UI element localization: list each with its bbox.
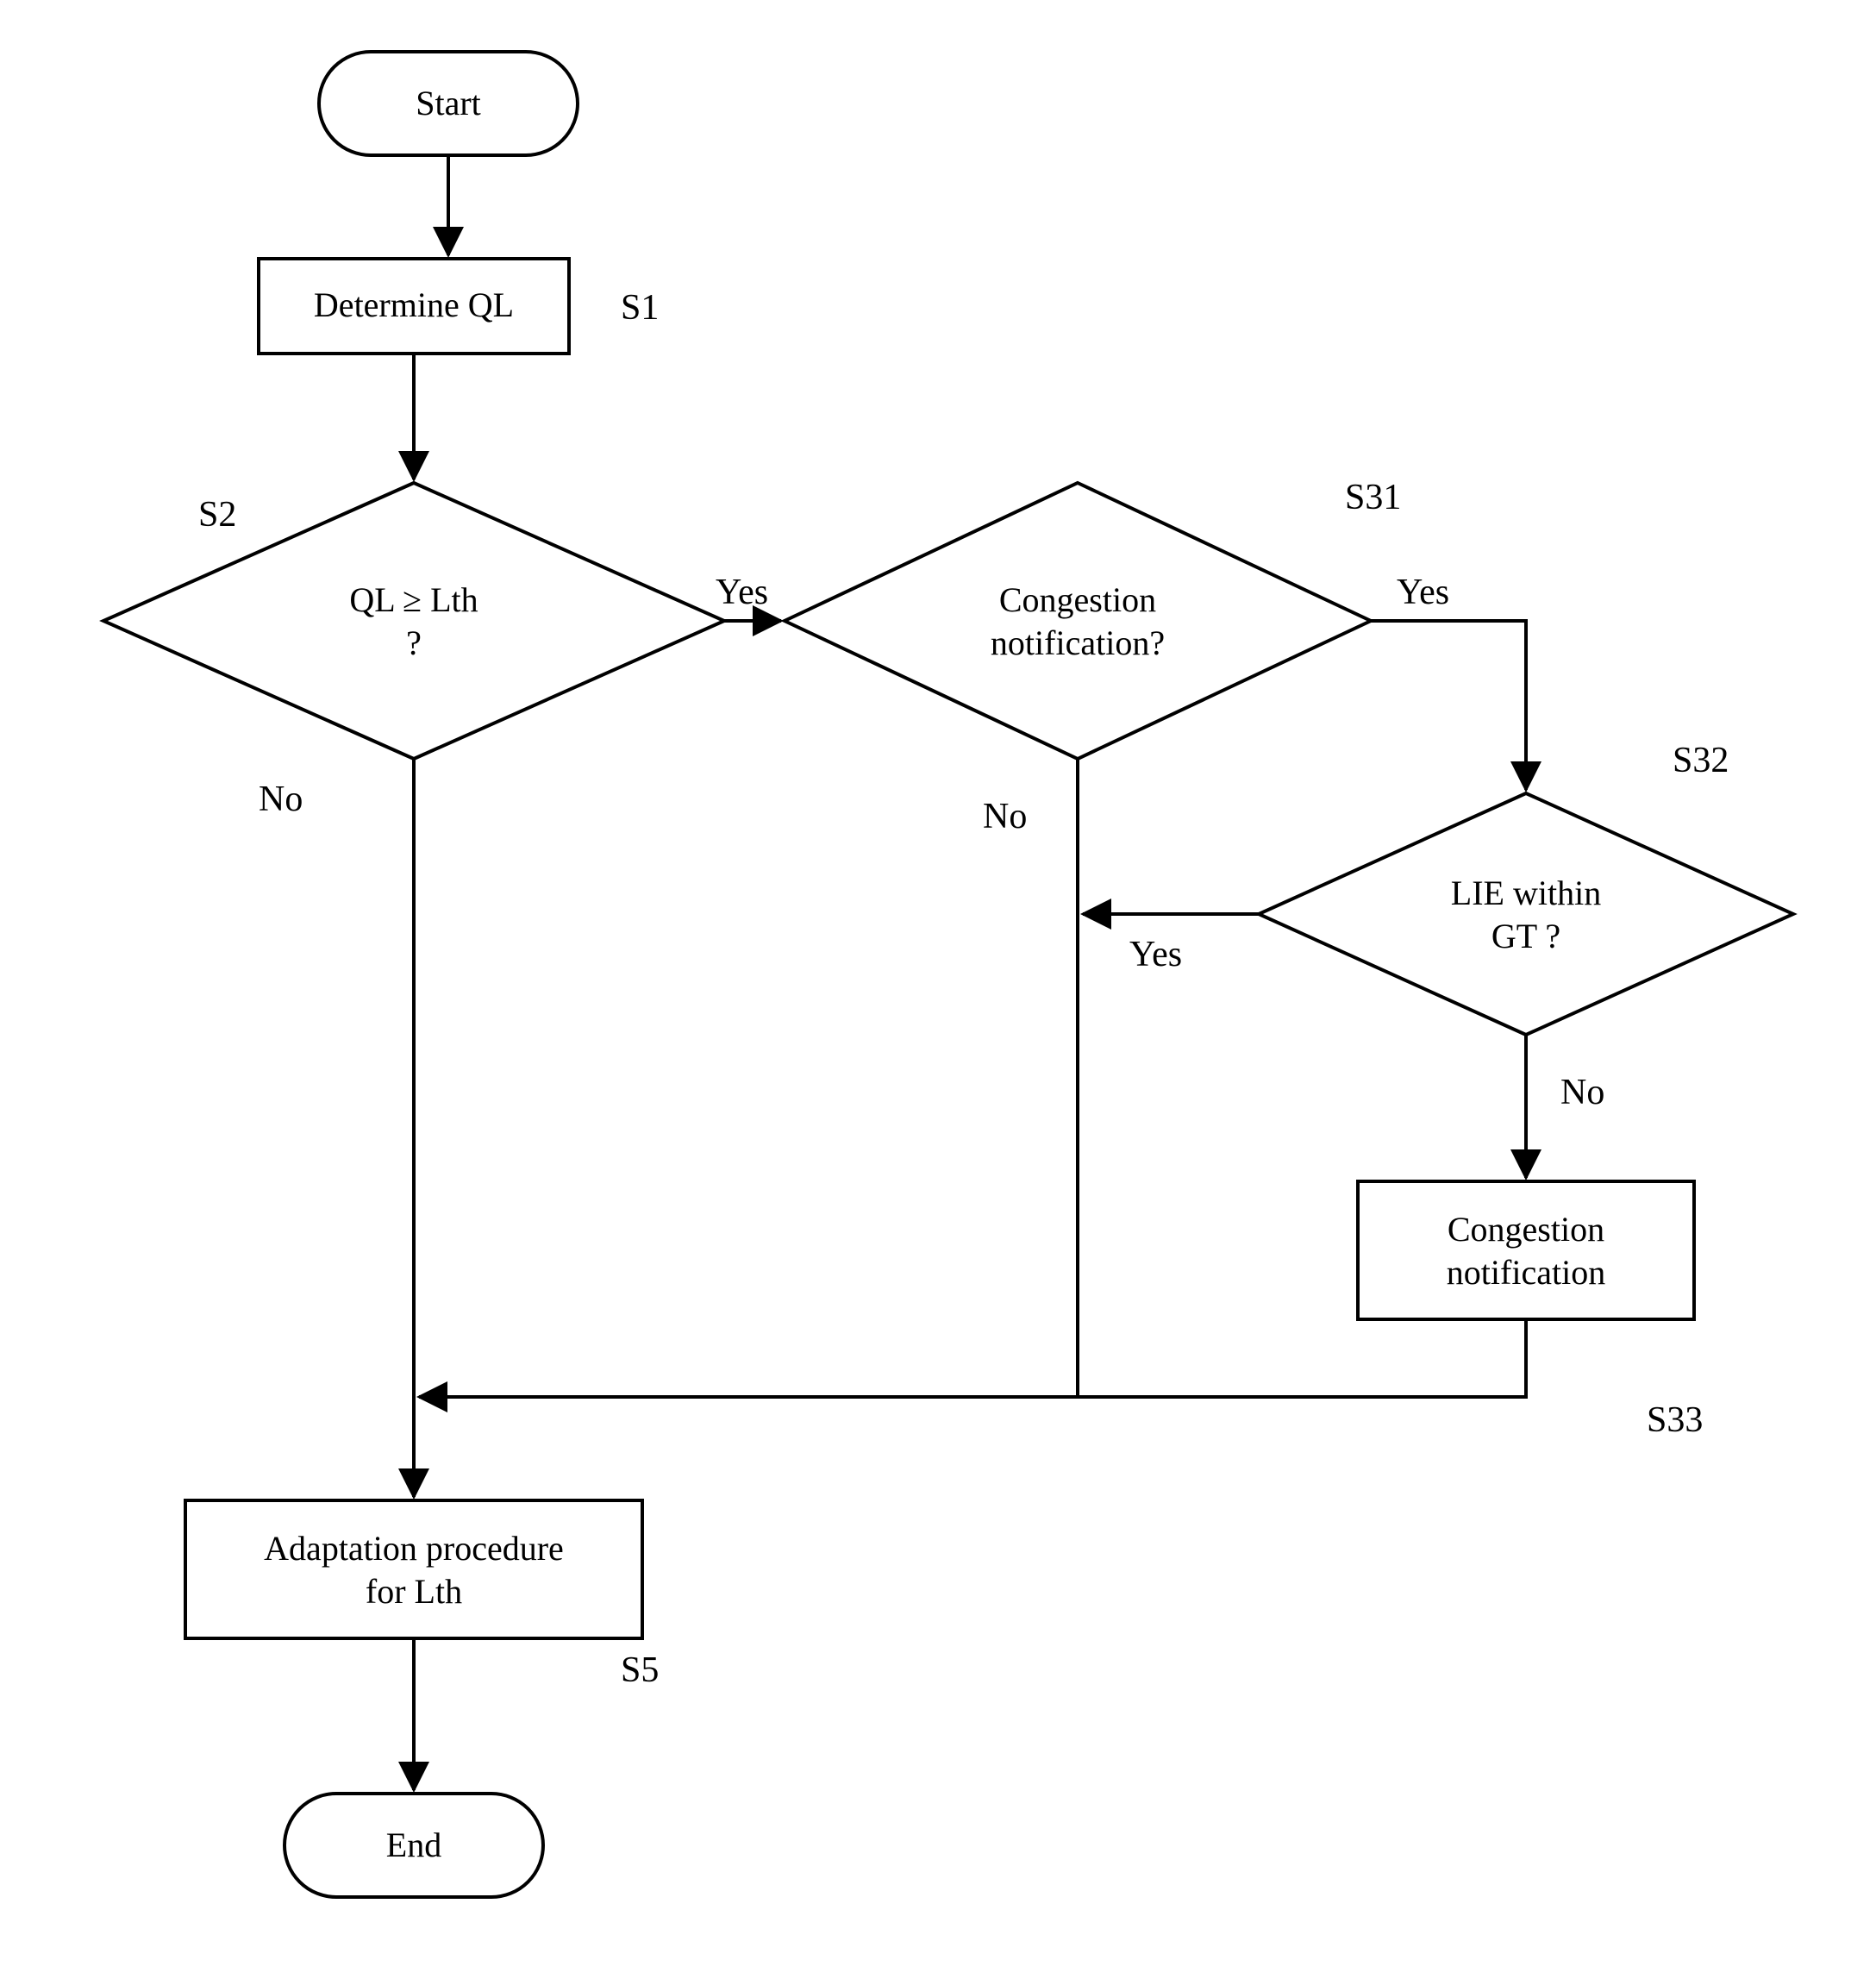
- s5-label: S5: [621, 1650, 659, 1690]
- s33-node: Congestion notification: [1358, 1181, 1694, 1319]
- s32-text-line1: LIE within: [1451, 874, 1601, 912]
- s5-node: Adaptation procedure for Lth: [185, 1500, 642, 1638]
- end-label: End: [386, 1825, 441, 1864]
- s32-text-line2: GT ?: [1491, 917, 1560, 955]
- s32-node: LIE within GT ?: [1259, 793, 1793, 1035]
- s31-no-label: No: [983, 797, 1027, 836]
- s1-node: Determine QL: [259, 259, 569, 354]
- s32-yes-label: Yes: [1129, 935, 1182, 974]
- s31-label: S31: [1345, 478, 1401, 517]
- s2-no-label: No: [259, 780, 303, 819]
- s2-label: S2: [198, 495, 236, 535]
- s1-text: Determine QL: [314, 285, 514, 324]
- flowchart-canvas: Start Determine QL S1 QL ≥ Lth ? S2 Cong…: [0, 0, 1876, 1985]
- s2-text-line1: QL ≥ Lth: [349, 580, 478, 619]
- s31-text-line1: Congestion: [999, 580, 1156, 619]
- s31-yes-label: Yes: [1397, 573, 1449, 612]
- s33-text-line2: notification: [1447, 1253, 1605, 1292]
- s33-text-line1: Congestion: [1448, 1210, 1604, 1249]
- s32-no-label: No: [1560, 1073, 1604, 1112]
- s33-label: S33: [1647, 1400, 1703, 1440]
- s31-text-line2: notification?: [991, 623, 1165, 662]
- s31-node: Congestion notification?: [785, 483, 1371, 759]
- s2-node: QL ≥ Lth ?: [103, 483, 724, 759]
- s5-text-line1: Adaptation procedure: [264, 1529, 564, 1568]
- s2-text-line2: ?: [406, 623, 422, 662]
- s2-yes-label: Yes: [716, 573, 768, 612]
- s32-label: S32: [1673, 741, 1729, 780]
- s1-label: S1: [621, 288, 659, 328]
- start-label: Start: [416, 84, 481, 122]
- start-node: Start: [319, 52, 578, 155]
- edge-s33-merge: [419, 1319, 1526, 1397]
- edge-s31-s32: [1371, 621, 1526, 790]
- end-node: End: [285, 1794, 543, 1897]
- s5-text-line2: for Lth: [366, 1572, 462, 1611]
